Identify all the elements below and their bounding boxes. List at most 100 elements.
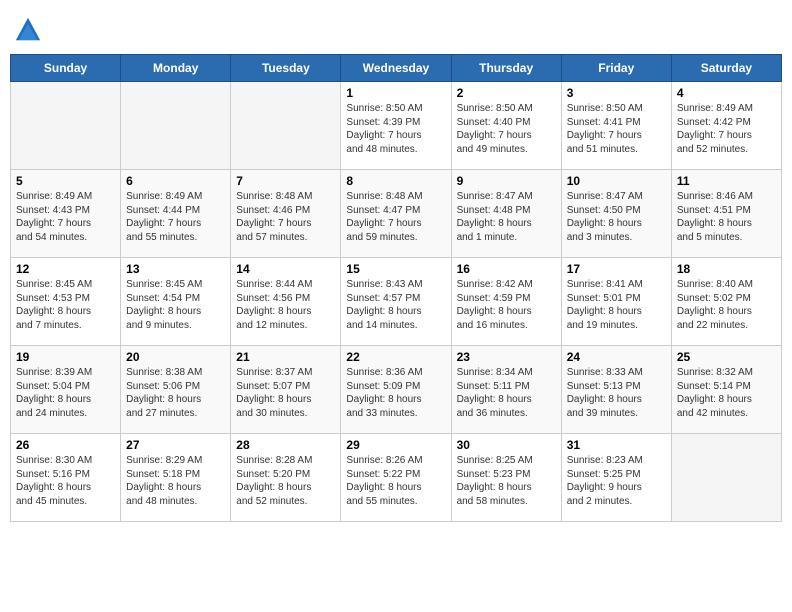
calendar-cell: 26 Sunrise: 8:30 AM Sunset: 5:16 PM Dayli… — [11, 434, 121, 522]
weekday-header-thursday: Thursday — [451, 55, 561, 82]
calendar-header: SundayMondayTuesdayWednesdayThursdayFrid… — [11, 55, 782, 82]
calendar-cell: 9Sunrise: 8:47 AM Sunset: 4:48 PM Daylig… — [451, 170, 561, 258]
day-info: Sunrise: 8:48 AM Sunset: 4:46 PM Dayligh… — [236, 190, 335, 244]
calendar-cell: 21 Sunrise: 8:37 AM Sunset: 5:07 PM Dayli… — [231, 346, 341, 434]
day-number: 13 — [126, 262, 225, 276]
day-info: Sunrise: 8:43 AM Sunset: 4:57 PM Dayligh… — [346, 278, 445, 332]
calendar-cell: 11 Sunrise: 8:46 AM Sunset: 4:51 PM Dayli… — [671, 170, 781, 258]
calendar-cell — [231, 82, 341, 170]
day-number: 20 — [126, 350, 225, 364]
day-info: Sunrise: 8:49 AM Sunset: 4:44 PM Dayligh… — [126, 190, 225, 244]
calendar-cell — [671, 434, 781, 522]
weekday-header-tuesday: Tuesday — [231, 55, 341, 82]
day-number: 30 — [457, 438, 556, 452]
day-info: Sunrise: 8:41 AM Sunset: 5:01 PM Dayligh… — [567, 278, 666, 332]
calendar-week-1: 1 Sunrise: 8:50 AM Sunset: 4:39 PM Daylig… — [11, 82, 782, 170]
day-info: Sunrise: 8:30 AM Sunset: 5:16 PM Dayligh… — [16, 454, 115, 508]
day-info: Sunrise: 8:34 AM Sunset: 5:11 PM Dayligh… — [457, 366, 556, 420]
day-info: Sunrise: 8:37 AM Sunset: 5:07 PM Dayligh… — [236, 366, 335, 420]
day-info: Sunrise: 8:46 AM Sunset: 4:51 PM Dayligh… — [677, 190, 776, 244]
day-info: Sunrise: 8:50 AM Sunset: 4:41 PM Dayligh… — [567, 102, 666, 156]
day-number: 4 — [677, 86, 776, 100]
calendar-cell: 31 Sunrise: 8:23 AM Sunset: 5:25 PM Dayli… — [561, 434, 671, 522]
day-number: 17 — [567, 262, 666, 276]
day-info: Sunrise: 8:33 AM Sunset: 5:13 PM Dayligh… — [567, 366, 666, 420]
day-number: 15 — [346, 262, 445, 276]
calendar-week-2: 5 Sunrise: 8:49 AM Sunset: 4:43 PM Daylig… — [11, 170, 782, 258]
calendar-cell: 12Sunrise: 8:45 AM Sunset: 4:53 PM Dayli… — [11, 258, 121, 346]
calendar-cell: 30 Sunrise: 8:25 AM Sunset: 5:23 PM Dayli… — [451, 434, 561, 522]
day-info: Sunrise: 8:39 AM Sunset: 5:04 PM Dayligh… — [16, 366, 115, 420]
calendar-cell: 16 Sunrise: 8:42 AM Sunset: 4:59 PM Dayli… — [451, 258, 561, 346]
day-number: 3 — [567, 86, 666, 100]
day-number: 8 — [346, 174, 445, 188]
day-number: 21 — [236, 350, 335, 364]
calendar-cell: 22Sunrise: 8:36 AM Sunset: 5:09 PM Dayli… — [341, 346, 451, 434]
day-number: 27 — [126, 438, 225, 452]
day-info: Sunrise: 8:40 AM Sunset: 5:02 PM Dayligh… — [677, 278, 776, 332]
day-info: Sunrise: 8:45 AM Sunset: 4:53 PM Dayligh… — [16, 278, 115, 332]
logo — [14, 16, 44, 44]
day-number: 6 — [126, 174, 225, 188]
calendar-week-4: 19 Sunrise: 8:39 AM Sunset: 5:04 PM Dayli… — [11, 346, 782, 434]
day-info: Sunrise: 8:49 AM Sunset: 4:42 PM Dayligh… — [677, 102, 776, 156]
calendar-week-5: 26 Sunrise: 8:30 AM Sunset: 5:16 PM Dayli… — [11, 434, 782, 522]
day-info: Sunrise: 8:36 AM Sunset: 5:09 PM Dayligh… — [346, 366, 445, 420]
day-info: Sunrise: 8:25 AM Sunset: 5:23 PM Dayligh… — [457, 454, 556, 508]
day-number: 5 — [16, 174, 115, 188]
day-info: Sunrise: 8:29 AM Sunset: 5:18 PM Dayligh… — [126, 454, 225, 508]
weekday-header-friday: Friday — [561, 55, 671, 82]
calendar-cell: 8 Sunrise: 8:48 AM Sunset: 4:47 PM Daylig… — [341, 170, 451, 258]
calendar-cell: 14Sunrise: 8:44 AM Sunset: 4:56 PM Dayli… — [231, 258, 341, 346]
day-info: Sunrise: 8:47 AM Sunset: 4:50 PM Dayligh… — [567, 190, 666, 244]
day-info: Sunrise: 8:49 AM Sunset: 4:43 PM Dayligh… — [16, 190, 115, 244]
day-number: 9 — [457, 174, 556, 188]
day-number: 16 — [457, 262, 556, 276]
calendar-cell — [121, 82, 231, 170]
calendar-cell — [11, 82, 121, 170]
day-number: 25 — [677, 350, 776, 364]
day-number: 14 — [236, 262, 335, 276]
day-number: 23 — [457, 350, 556, 364]
day-number: 29 — [346, 438, 445, 452]
day-info: Sunrise: 8:26 AM Sunset: 5:22 PM Dayligh… — [346, 454, 445, 508]
calendar-cell: 17 Sunrise: 8:41 AM Sunset: 5:01 PM Dayli… — [561, 258, 671, 346]
calendar-cell: 28 Sunrise: 8:28 AM Sunset: 5:20 PM Dayli… — [231, 434, 341, 522]
day-number: 1 — [346, 86, 445, 100]
day-info: Sunrise: 8:38 AM Sunset: 5:06 PM Dayligh… — [126, 366, 225, 420]
calendar-cell: 4 Sunrise: 8:49 AM Sunset: 4:42 PM Daylig… — [671, 82, 781, 170]
day-number: 28 — [236, 438, 335, 452]
day-number: 26 — [16, 438, 115, 452]
calendar-cell: 15 Sunrise: 8:43 AM Sunset: 4:57 PM Dayli… — [341, 258, 451, 346]
calendar-cell: 20 Sunrise: 8:38 AM Sunset: 5:06 PM Dayli… — [121, 346, 231, 434]
logo-icon — [14, 16, 42, 44]
page-header — [10, 10, 782, 50]
day-info: Sunrise: 8:45 AM Sunset: 4:54 PM Dayligh… — [126, 278, 225, 332]
day-info: Sunrise: 8:32 AM Sunset: 5:14 PM Dayligh… — [677, 366, 776, 420]
day-info: Sunrise: 8:50 AM Sunset: 4:39 PM Dayligh… — [346, 102, 445, 156]
day-info: Sunrise: 8:42 AM Sunset: 4:59 PM Dayligh… — [457, 278, 556, 332]
day-number: 11 — [677, 174, 776, 188]
day-info: Sunrise: 8:48 AM Sunset: 4:47 PM Dayligh… — [346, 190, 445, 244]
day-number: 24 — [567, 350, 666, 364]
calendar-cell: 5 Sunrise: 8:49 AM Sunset: 4:43 PM Daylig… — [11, 170, 121, 258]
calendar-cell: 3 Sunrise: 8:50 AM Sunset: 4:41 PM Daylig… — [561, 82, 671, 170]
calendar-cell: 7 Sunrise: 8:48 AM Sunset: 4:46 PM Daylig… — [231, 170, 341, 258]
day-info: Sunrise: 8:28 AM Sunset: 5:20 PM Dayligh… — [236, 454, 335, 508]
calendar-cell: 27 Sunrise: 8:29 AM Sunset: 5:18 PM Dayli… — [121, 434, 231, 522]
calendar-cell: 2 Sunrise: 8:50 AM Sunset: 4:40 PM Daylig… — [451, 82, 561, 170]
day-number: 2 — [457, 86, 556, 100]
weekday-header-monday: Monday — [121, 55, 231, 82]
calendar-cell: 13 Sunrise: 8:45 AM Sunset: 4:54 PM Dayli… — [121, 258, 231, 346]
day-info: Sunrise: 8:50 AM Sunset: 4:40 PM Dayligh… — [457, 102, 556, 156]
day-number: 31 — [567, 438, 666, 452]
calendar-cell: 29 Sunrise: 8:26 AM Sunset: 5:22 PM Dayli… — [341, 434, 451, 522]
calendar-cell: 1 Sunrise: 8:50 AM Sunset: 4:39 PM Daylig… — [341, 82, 451, 170]
day-info: Sunrise: 8:23 AM Sunset: 5:25 PM Dayligh… — [567, 454, 666, 508]
day-number: 18 — [677, 262, 776, 276]
calendar-table: SundayMondayTuesdayWednesdayThursdayFrid… — [10, 54, 782, 522]
calendar-cell: 23 Sunrise: 8:34 AM Sunset: 5:11 PM Dayli… — [451, 346, 561, 434]
day-number: 19 — [16, 350, 115, 364]
day-number: 7 — [236, 174, 335, 188]
calendar-cell: 6 Sunrise: 8:49 AM Sunset: 4:44 PM Daylig… — [121, 170, 231, 258]
